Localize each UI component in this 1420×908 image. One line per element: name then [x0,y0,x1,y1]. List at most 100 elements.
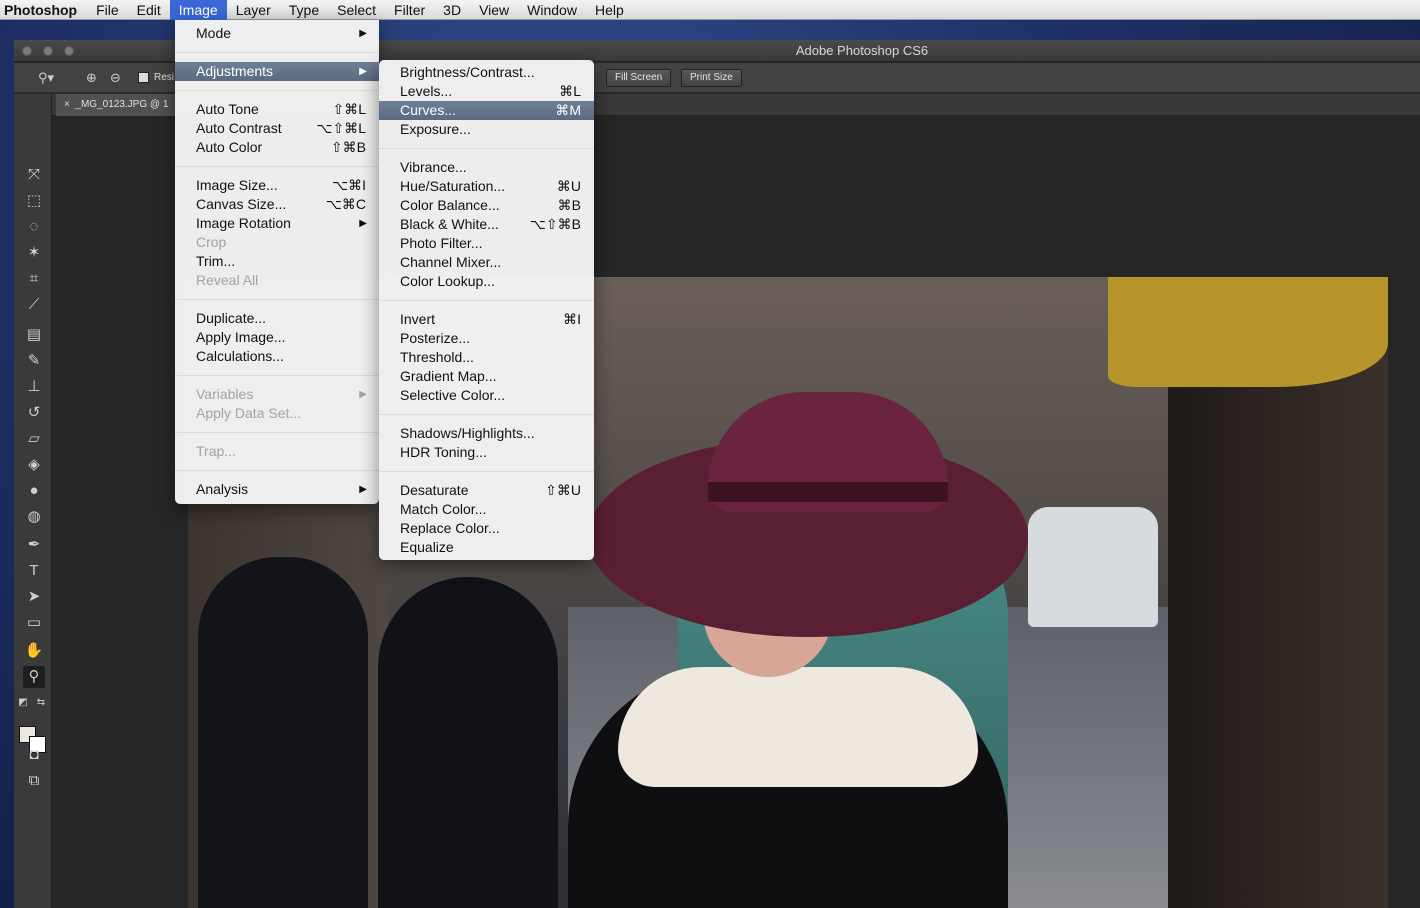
blur-tool-icon[interactable]: ● [23,480,45,502]
menu-separator [379,148,594,149]
resize-windows-checkbox[interactable] [138,72,149,83]
clone-stamp-tool-icon[interactable]: ⊥ [23,376,45,398]
menu-item-crop: Crop [196,234,227,250]
menu-separator [175,90,379,91]
zoom-out-icon[interactable]: ⊖ [110,70,121,86]
menu-item-duplicate[interactable]: Duplicate... [175,309,379,328]
menu-item-equalize[interactable]: Equalize [379,538,594,557]
eyedropper-tool-icon[interactable]: ⟋ [23,294,45,316]
crop-tool-icon[interactable]: ⌗ [23,268,45,290]
rectangle-tool-icon[interactable]: ▭ [23,612,45,634]
fill-screen-button[interactable]: Fill Screen [606,69,672,87]
menu-item-trap: Trap... [196,443,236,459]
menu-item-black-white[interactable]: Black & White... ⌥⇧⌘B [379,215,594,234]
menu-item-image-size[interactable]: Image Size... ⌥⌘I [175,176,379,195]
move-tool-icon[interactable]: ⤧ [23,164,45,186]
menu-select[interactable]: Select [328,0,385,20]
menu-item-photo-filter[interactable]: Photo Filter... [379,234,594,253]
menu-layer[interactable]: Layer [227,0,280,20]
menu-item-invert[interactable]: Invert ⌘I [379,310,594,329]
submenu-arrow-icon: ▶ [359,389,367,400]
menu-item-color-balance[interactable]: Color Balance... ⌘B [379,196,594,215]
swap-colors-icon[interactable]: ⇆ [34,692,48,714]
menu-item-variables: Variables ▶ [196,386,367,402]
menu-filter[interactable]: Filter [385,0,434,20]
menu-separator [175,432,379,433]
pen-tool-icon[interactable]: ✒ [23,534,45,556]
menu-window[interactable]: Window [518,0,586,20]
menu-item-hue-saturation[interactable]: Hue/Saturation... ⌘U [379,177,594,196]
zoom-tool-icon[interactable]: ⚲ [23,666,45,688]
document-tab[interactable]: × _MG_0123.JPG @ 1 [56,94,176,116]
menu-file[interactable]: File [87,0,128,20]
quick-mask-icon[interactable]: ◘ [23,744,45,766]
menu-item-exposure[interactable]: Exposure... [379,120,594,139]
print-size-button[interactable]: Print Size [681,69,742,87]
menu-item-shadows-highlights[interactable]: Shadows/Highlights... [379,424,594,443]
submenu-arrow-icon: ▶ [359,28,367,39]
menu-help[interactable]: Help [586,0,633,20]
photo-pedestrian [198,557,368,908]
hand-tool-icon[interactable]: ✋ [23,640,45,662]
menu-item-auto-tone[interactable]: Auto Tone ⇧⌘L [175,100,379,119]
default-colors-icon[interactable]: ◩ [16,692,30,714]
menu-item-image-rotation[interactable]: Image Rotation ▶ [175,214,379,233]
paint-bucket-tool-icon[interactable]: ◈ [23,454,45,476]
menu-item-gradient-map[interactable]: Gradient Map... [379,367,594,386]
zoom-tool-preset-icon[interactable]: ⚲▾ [38,70,54,86]
menu-separator [175,52,379,53]
menu-image[interactable]: Image [169,0,227,20]
menu-item-desaturate[interactable]: Desaturate ⇧⌘U [379,481,594,500]
photo-subject-collar [618,667,978,787]
menu-item-selective-color[interactable]: Selective Color... [379,386,594,405]
menu-view[interactable]: View [470,0,518,20]
menu-separator [175,299,379,300]
menu-item-match-color[interactable]: Match Color... [379,500,594,519]
menu-separator [175,375,379,376]
menu-3d[interactable]: 3D [434,0,470,20]
type-tool-icon[interactable]: T [23,560,45,582]
magic-wand-tool-icon[interactable]: ✶ [23,242,45,264]
close-tab-icon[interactable]: × [64,99,70,110]
healing-brush-tool-icon[interactable]: ▤ [23,324,45,346]
history-brush-tool-icon[interactable]: ↺ [23,402,45,424]
menu-item-canvas-size[interactable]: Canvas Size... ⌥⌘C [175,195,379,214]
menu-item-calculations[interactable]: Calculations... [175,347,379,366]
photo-hat-band [708,482,948,502]
menu-item-vibrance[interactable]: Vibrance... [379,158,594,177]
menu-type[interactable]: Type [280,0,328,20]
menu-item-hdr-toning[interactable]: HDR Toning... [379,443,594,462]
menu-item-auto-color[interactable]: Auto Color ⇧⌘B [175,138,379,157]
image-menu-dropdown: Mode ▶ Adjustments ▶ Auto Tone ⇧⌘L Auto Con… [175,20,379,504]
app-menu[interactable]: Photoshop [0,2,87,18]
tools-panel: ⤧ ⬚ ◌ ✶ ⌗ ⟋ ▤ ✎ ⊥ ↺ ▱ ◈ ● ◍ ✒ T ➤ ▭ ✋ ⚲ … [14,94,52,908]
brush-tool-icon[interactable]: ✎ [23,350,45,372]
menu-item-posterize[interactable]: Posterize... [379,329,594,348]
photo-pedestrian [378,577,558,908]
menu-item-auto-contrast[interactable]: Auto Contrast ⌥⇧⌘L [175,119,379,138]
menu-item-brightness-contrast[interactable]: Brightness/Contrast... [379,63,594,82]
menu-item-channel-mixer[interactable]: Channel Mixer... [379,253,594,272]
menu-item-replace-color[interactable]: Replace Color... [379,519,594,538]
menu-item-mode[interactable]: Mode ▶ [175,24,379,43]
menu-item-levels[interactable]: Levels... ⌘L [379,82,594,101]
menu-item-threshold[interactable]: Threshold... [379,348,594,367]
path-selection-tool-icon[interactable]: ➤ [23,586,45,608]
menu-item-reveal-all: Reveal All [196,272,259,288]
menu-separator [379,471,594,472]
zoom-in-icon[interactable]: ⊕ [86,70,97,86]
marquee-tool-icon[interactable]: ⬚ [23,190,45,212]
menu-item-analysis[interactable]: Analysis ▶ [175,480,379,499]
submenu-arrow-icon: ▶ [359,218,367,229]
lasso-tool-icon[interactable]: ◌ [23,216,45,238]
menu-item-adjustments[interactable]: Adjustments ▶ [175,62,379,81]
menu-item-apply-data-set: Apply Data Set... [196,405,302,421]
menu-item-color-lookup[interactable]: Color Lookup... [379,272,594,291]
menu-item-apply-image[interactable]: Apply Image... [175,328,379,347]
menu-item-curves[interactable]: Curves... ⌘M [379,101,594,120]
menu-item-trim[interactable]: Trim... [175,252,379,271]
screen-mode-icon[interactable]: ⧉ [23,770,45,792]
dodge-tool-icon[interactable]: ◍ [23,506,45,528]
eraser-tool-icon[interactable]: ▱ [23,428,45,450]
menu-edit[interactable]: Edit [128,0,170,20]
